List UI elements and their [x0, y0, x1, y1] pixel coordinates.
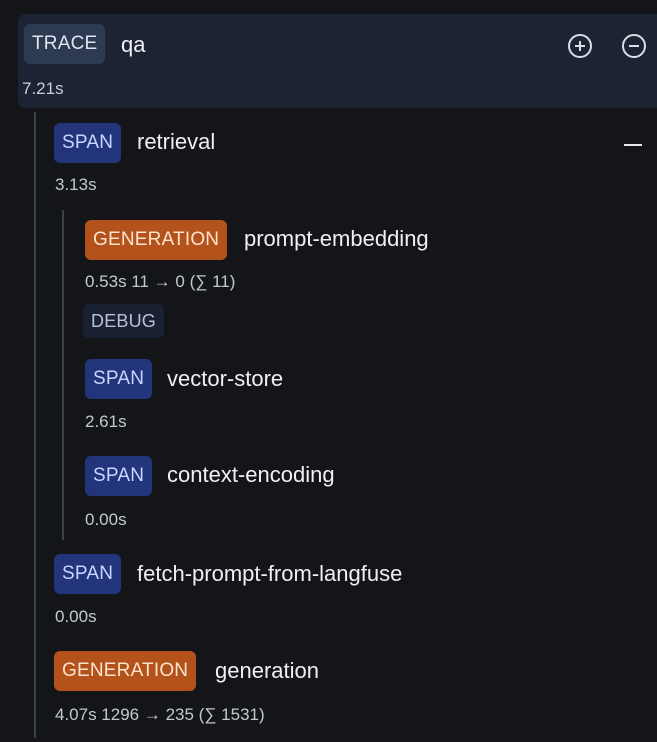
node-duration: 0.00s	[85, 510, 127, 529]
node-duration: 2.61s	[85, 412, 127, 431]
minus-circle-icon[interactable]	[622, 34, 646, 58]
generation-badge: GENERATION	[54, 651, 197, 691]
trace-badge: TRACE	[24, 24, 106, 64]
tree-guide-line	[34, 112, 36, 738]
span-badge: SPAN	[85, 359, 153, 399]
tree-guide-line	[62, 210, 64, 540]
node-usage: 0.53s 11 → 0 (∑ 11)	[85, 272, 236, 291]
trace-header[interactable]: TRACE qa 7.21s	[18, 14, 657, 108]
node-name: vector-store	[167, 366, 284, 391]
debug-level-badge: DEBUG	[83, 304, 165, 338]
span-badge: SPAN	[54, 554, 122, 594]
node-duration: 3.13s	[55, 175, 97, 194]
generation-badge: GENERATION	[85, 220, 228, 260]
minus-icon[interactable]	[624, 144, 642, 146]
span-badge: SPAN	[54, 123, 122, 163]
node-name: context-encoding	[167, 462, 335, 487]
node-usage: 4.07s 1296 → 235 (∑ 1531)	[55, 705, 265, 724]
node-name: fetch-prompt-from-langfuse	[137, 561, 403, 586]
node-name: prompt-embedding	[244, 226, 429, 251]
trace-duration: 7.21s	[22, 79, 64, 98]
plus-circle-icon[interactable]	[568, 34, 592, 58]
node-name: retrieval	[137, 129, 216, 154]
node-name: generation	[215, 658, 319, 683]
trace-tree-panel: TRACE qa 7.21s SPAN retrieval 3.13s GENE…	[0, 0, 657, 742]
node-duration: 0.00s	[55, 607, 97, 626]
span-badge: SPAN	[85, 456, 153, 496]
trace-name: qa	[121, 32, 146, 57]
